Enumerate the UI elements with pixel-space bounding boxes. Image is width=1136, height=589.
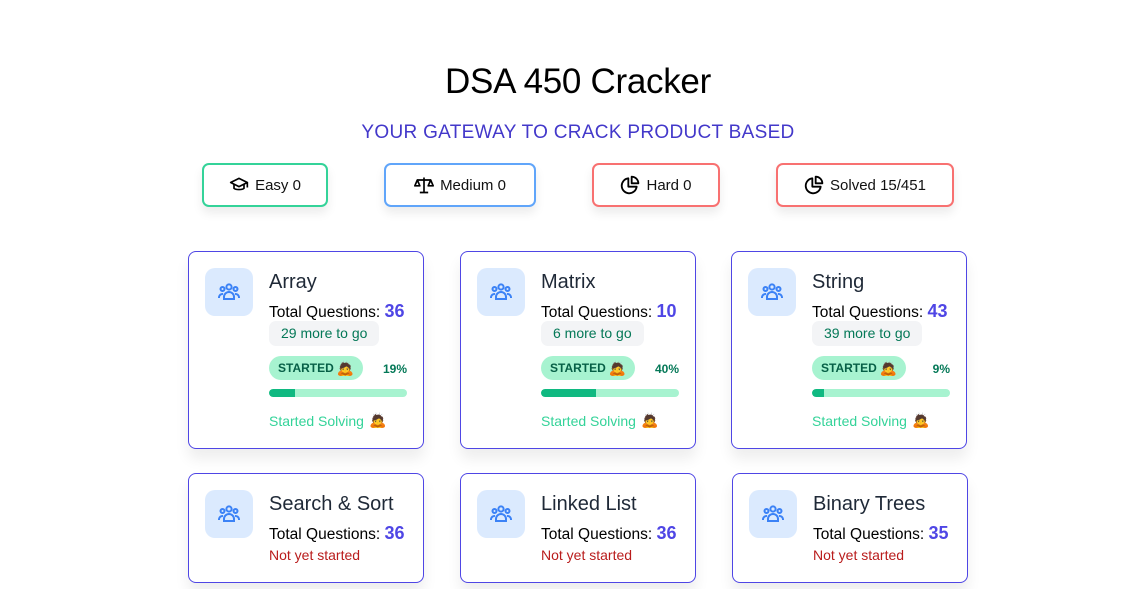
topic-card-linked-list[interactable]: Linked List Total Questions: 36 Not yet … (460, 473, 696, 583)
not-started-text: Not yet started (269, 547, 361, 563)
topic-icon-box (749, 490, 797, 538)
topic-icon-box (748, 268, 796, 316)
hard-stat-button[interactable]: Hard 0 (592, 163, 720, 207)
scales-icon (414, 177, 435, 194)
solved-stat-label: Solved 15/451 (830, 176, 926, 194)
total-count: 10 (656, 301, 677, 321)
users-group-icon (218, 283, 240, 300)
remaining-badge: 6 more to go (541, 321, 644, 346)
status-badge: STARTED 🙇 (269, 356, 364, 380)
total-count: 35 (928, 523, 949, 543)
topic-card-string[interactable]: String Total Questions: 43 39 more to go… (731, 251, 967, 449)
progress-fill (541, 389, 597, 397)
total-questions: Total Questions: 36 (269, 301, 405, 321)
bowing-person-icon: 🙇 (336, 360, 355, 376)
topic-icon-box (205, 268, 253, 316)
bowing-person-icon: 🙇 (640, 412, 659, 428)
bowing-person-icon: 🙇 (608, 360, 627, 376)
total-count: 36 (384, 301, 405, 321)
remaining-badge: 29 more to go (269, 321, 380, 346)
users-group-icon (490, 505, 512, 522)
progress-bar (541, 389, 679, 397)
topic-card-binary-trees[interactable]: Binary Trees Total Questions: 35 Not yet… (732, 473, 968, 583)
users-group-icon (762, 505, 784, 522)
bowing-person-icon: 🙇 (368, 412, 387, 428)
progress-percent: 9% (932, 362, 950, 376)
started-solving-text: Started Solving 🙇 (541, 412, 659, 429)
topic-title: String (812, 271, 865, 293)
progress-percent: 19% (382, 362, 407, 376)
progress-fill (812, 389, 825, 397)
total-questions: Total Questions: 36 (541, 523, 677, 543)
page-subtitle: YOUR GATEWAY TO CRACK PRODUCT BASED (361, 122, 795, 143)
topic-icon-box (205, 490, 253, 538)
medium-stat-button[interactable]: Medium 0 (384, 163, 536, 207)
topic-title: Array (269, 271, 317, 293)
topic-title: Binary Trees (813, 493, 926, 515)
pie-chart-icon (804, 175, 824, 195)
remaining-badge: 39 more to go (812, 321, 923, 346)
started-solving-text: Started Solving 🙇 (269, 412, 387, 429)
bowing-person-icon: 🙇 (911, 412, 930, 428)
users-group-icon (490, 283, 512, 300)
progress-percent: 40% (654, 362, 679, 376)
topic-icon-box (477, 490, 525, 538)
medium-stat-label: Medium 0 (440, 176, 506, 194)
users-group-icon (218, 505, 240, 522)
bowing-person-icon: 🙇 (879, 360, 898, 376)
total-questions: Total Questions: 10 (541, 301, 677, 321)
topic-icon-box (477, 268, 525, 316)
progress-bar (269, 389, 407, 397)
total-count: 36 (656, 523, 677, 543)
easy-stat-label: Easy 0 (255, 176, 301, 194)
topic-title: Search & Sort (269, 493, 394, 515)
topic-title: Matrix (541, 271, 596, 293)
easy-stat-button[interactable]: Easy 0 (202, 163, 328, 207)
topic-card-array[interactable]: Array Total Questions: 36 29 more to go … (188, 251, 424, 449)
solved-stat-button[interactable]: Solved 15/451 (776, 163, 954, 207)
progress-bar (812, 389, 950, 397)
not-started-text: Not yet started (541, 547, 633, 563)
topic-title: Linked List (541, 493, 637, 515)
progress-fill (269, 389, 296, 397)
pie-chart-icon (621, 175, 640, 195)
status-badge: STARTED 🙇 (812, 356, 907, 380)
total-questions: Total Questions: 35 (813, 523, 949, 543)
not-started-text: Not yet started (813, 547, 905, 563)
status-badge: STARTED 🙇 (541, 356, 636, 380)
users-group-icon (761, 283, 783, 300)
started-solving-text: Started Solving 🙇 (812, 412, 930, 429)
total-count: 36 (384, 523, 405, 543)
total-questions: Total Questions: 43 (812, 301, 948, 321)
total-count: 43 (927, 301, 948, 321)
page-title: DSA 450 Cracker (445, 62, 711, 101)
graduation-cap-icon (229, 177, 249, 191)
hard-stat-label: Hard 0 (646, 176, 692, 194)
total-questions: Total Questions: 36 (269, 523, 405, 543)
topic-card-search-sort[interactable]: Search & Sort Total Questions: 36 Not ye… (188, 473, 424, 583)
topic-card-matrix[interactable]: Matrix Total Questions: 10 6 more to go … (460, 251, 696, 449)
